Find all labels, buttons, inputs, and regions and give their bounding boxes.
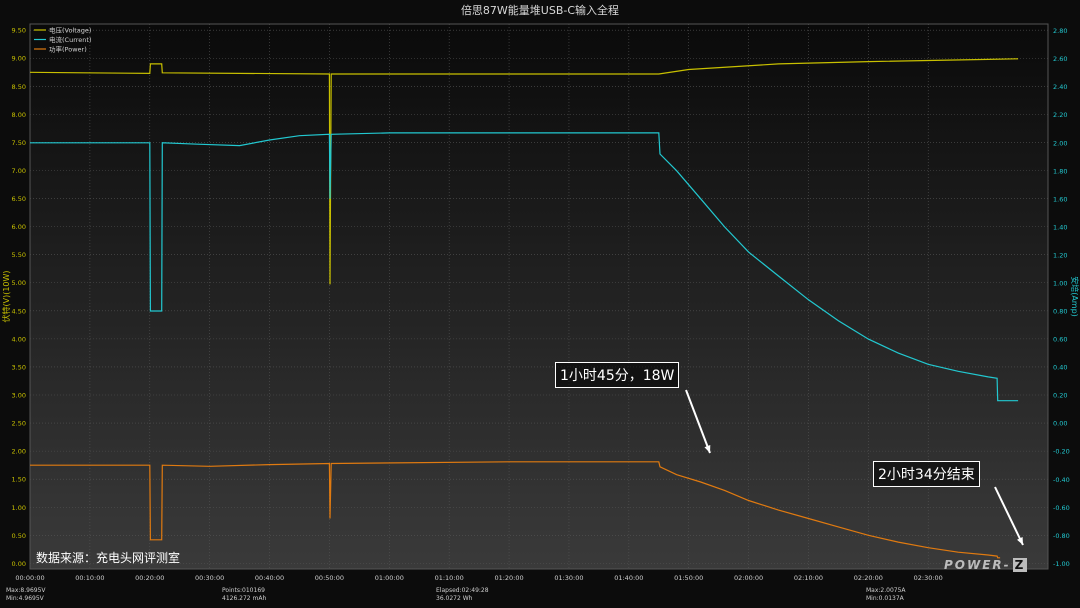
x-tick-label: 01:00:00 [375, 574, 404, 582]
max-current: Max:2.0075A [866, 587, 906, 594]
y-right-tick-label: 0.20 [1053, 392, 1067, 400]
y-left-tick-label: 4.00 [12, 335, 26, 343]
y-right-tick-label: -0.80 [1053, 532, 1070, 540]
source-note: 数据来源：充电头网评测室 [36, 551, 181, 565]
y-right-tick-label: 0.00 [1053, 420, 1067, 428]
x-tick-label: 00:40:00 [255, 574, 284, 582]
line-chart: 00:00:00 00:10:00 00:20:00 00:30:00 00:40:00… [1, 23, 1080, 582]
y-right-tick-label: 1.60 [1053, 195, 1067, 203]
capacity: 4126.272 mAh [222, 595, 267, 602]
y-right-tick-label: 1.80 [1053, 167, 1067, 175]
y-left-tick-label: 8.00 [12, 111, 26, 119]
callout-end: 2小时34分结束 [873, 461, 980, 487]
x-tick-label: 01:50:00 [674, 574, 703, 582]
y-left-tick-label: 8.50 [12, 83, 26, 91]
y-right-tick-label: 2.80 [1053, 27, 1067, 35]
x-tick-label: 02:10:00 [794, 574, 823, 582]
y-right-tick-label: 0.60 [1053, 336, 1067, 344]
legend-label: 电压(Voltage) [49, 26, 91, 35]
x-tick-label: 00:50:00 [315, 574, 344, 582]
power-z-logo: POWER- Z [944, 558, 1028, 572]
x-tick-label: 01:20:00 [494, 574, 523, 582]
legend-label: 功率(Power) [49, 45, 87, 54]
y-right-tick-label: 2.60 [1053, 55, 1067, 63]
y-left-tick-label: 0.50 [12, 532, 26, 540]
voltage-stats: Max:8.9695V Min:4.9695V [6, 587, 46, 603]
y-right-tick-label: -0.20 [1053, 448, 1070, 456]
y-right-axis-label: 安培(Amp) [1070, 276, 1080, 317]
x-tick-label: 00:10:00 [75, 574, 104, 582]
y-right-tick-label: 0.80 [1053, 308, 1067, 316]
y-left-tick-label: 3.00 [12, 392, 26, 400]
x-tick-label: 01:10:00 [435, 574, 464, 582]
x-tick-label: 00:20:00 [135, 574, 164, 582]
y-left-tick-label: 3.50 [12, 363, 26, 371]
y-left-tick-label: 4.50 [12, 307, 26, 315]
plot-area [29, 23, 1049, 570]
x-tick-label: 01:30:00 [554, 574, 583, 582]
y-right-tick-label: 2.20 [1053, 111, 1067, 119]
y-right-tick-label: -0.60 [1053, 504, 1070, 512]
legend: 电压(Voltage)电流(Current)功率(Power) [34, 26, 92, 54]
y-right-tick-label: 2.00 [1053, 139, 1067, 147]
y-left-tick-label: 1.00 [12, 504, 26, 512]
y-right-tick-label: 1.20 [1053, 251, 1067, 259]
current-stats: Max:2.0075A Min:0.0137A [866, 587, 906, 603]
x-tick-label: 02:30:00 [914, 574, 943, 582]
elapsed-time: Elapsed:02:49:28 [436, 587, 489, 594]
elapsed-stats: Elapsed:02:49:28 36.0272 Wh [436, 587, 489, 603]
y-right-tick-label: 2.40 [1053, 83, 1067, 91]
y-right-tick-label: 0.40 [1053, 364, 1067, 372]
x-tick-label: 01:40:00 [614, 574, 643, 582]
x-tick-label: 02:00:00 [734, 574, 763, 582]
min-current: Min:0.0137A [866, 595, 904, 602]
min-voltage: Min:4.9695V [6, 595, 44, 602]
y-right-tick-label: -1.00 [1053, 560, 1070, 568]
chart-title: 倍思87W能量堆USB-C输入全程 [460, 4, 620, 17]
y-left-tick-label: 5.00 [12, 279, 26, 287]
y-left-tick-label: 7.50 [12, 139, 26, 147]
energy: 36.0272 Wh [436, 595, 473, 602]
legend-label: 电流(Current) [49, 35, 92, 44]
y-right-tick-label: 1.40 [1053, 223, 1067, 231]
x-tick-label: 00:30:00 [195, 574, 224, 582]
points-stats: Points:010169 4126.272 mAh [222, 587, 266, 603]
y-left-tick-label: 6.00 [12, 223, 26, 231]
y-left-tick-label: 9.00 [12, 55, 26, 63]
y-left-axis-label: 伏特(V)(10W) [1, 270, 11, 322]
y-left-tick-label: 5.50 [12, 251, 26, 259]
y-right-tick-label: 1.00 [1053, 279, 1067, 287]
chart-window: 00:00:00 00:10:00 00:20:00 00:30:00 00:40:00… [0, 0, 1080, 608]
y-left-tick-label: 7.00 [12, 167, 26, 175]
y-left-tick-label: 6.50 [12, 195, 26, 203]
max-voltage: Max:8.9695V [6, 587, 46, 594]
y-left-tick-label: 2.50 [12, 420, 26, 428]
points-count: Points:010169 [222, 587, 265, 594]
x-tick-label: 02:20:00 [854, 574, 883, 582]
y-left-tick-label: 2.00 [12, 448, 26, 456]
y-left-tick-label: 1.50 [12, 476, 26, 484]
x-tick-label: 00:00:00 [15, 574, 44, 582]
callout-1h45: 1小时45分，18W [555, 362, 680, 388]
y-left-tick-label: 9.50 [12, 27, 26, 35]
y-left-tick-label: 0.00 [12, 560, 26, 568]
y-right-tick-label: -0.40 [1053, 476, 1070, 484]
